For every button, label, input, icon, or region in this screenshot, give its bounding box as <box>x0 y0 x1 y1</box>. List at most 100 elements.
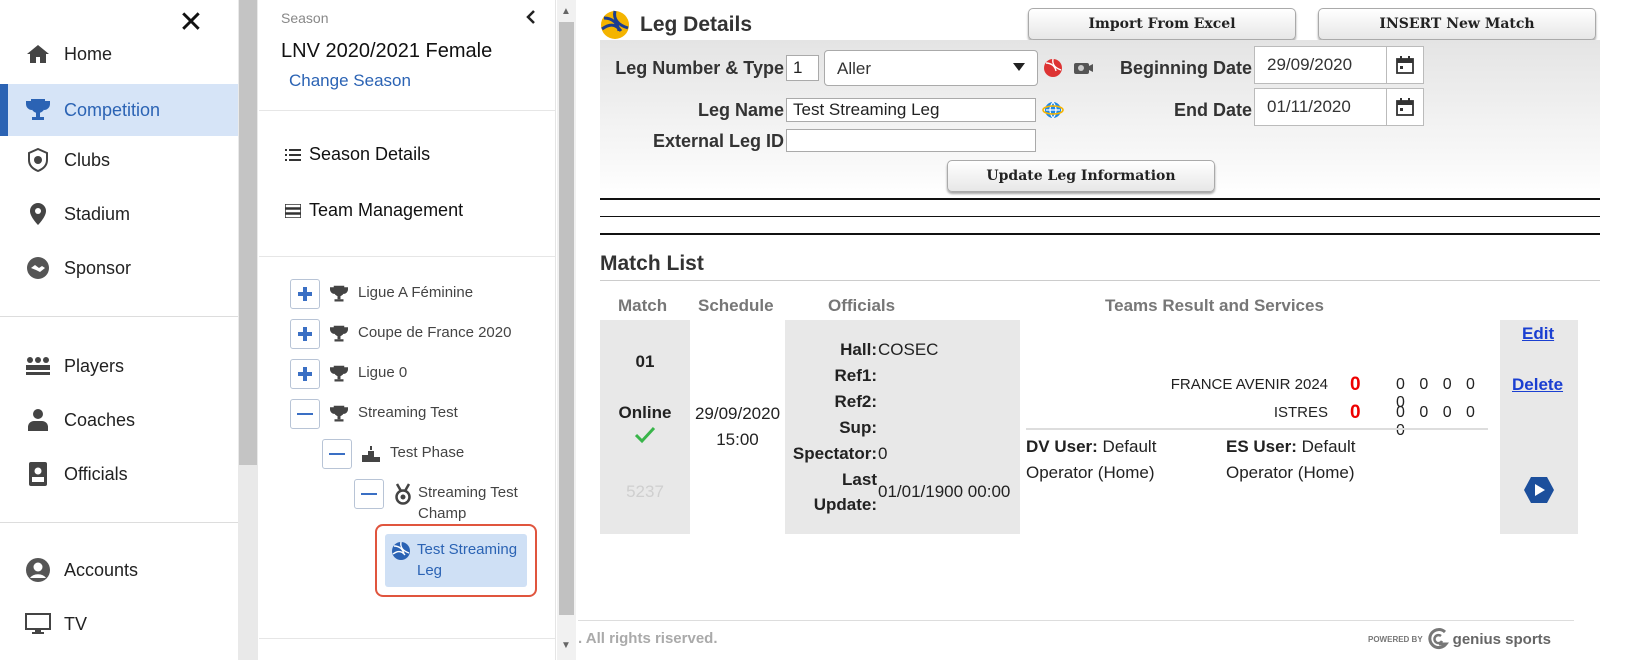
id-badge-icon <box>24 460 52 488</box>
nav-item-home[interactable]: Home <box>0 28 238 80</box>
expand-button[interactable] <box>290 319 320 349</box>
nav-item-stadium[interactable]: Stadium <box>0 188 238 240</box>
delete-link[interactable]: Delete <box>1512 375 1563 395</box>
leg-type-select[interactable]: Aller <box>824 50 1038 86</box>
collapse-button[interactable] <box>322 439 352 469</box>
nav-divider <box>0 522 238 523</box>
nav-item-competition[interactable]: Competition <box>0 84 238 136</box>
nav-label: Accounts <box>64 559 139 580</box>
location-pin-icon <box>24 200 52 228</box>
update-leg-information-button[interactable]: Update Leg Information <box>947 160 1215 192</box>
nav-item-officials[interactable]: Officials <box>0 448 238 500</box>
import-from-excel-button[interactable]: Import From Excel <box>1028 8 1296 40</box>
end-date-label: End Date <box>1173 100 1252 120</box>
nav-label: Players <box>64 355 125 376</box>
powered-by-logo: POWERED BY genius sports <box>1368 628 1551 650</box>
divider <box>259 110 555 111</box>
hall-value: COSEC <box>878 340 939 359</box>
sup-label: Sup: <box>839 418 877 437</box>
divider <box>259 256 555 257</box>
expand-button[interactable] <box>290 279 320 309</box>
match-status: Online <box>618 403 672 422</box>
volleyball-red-icon[interactable] <box>1042 57 1064 79</box>
nav-item-sponsor[interactable]: Sponsor <box>0 242 238 294</box>
divider <box>600 198 1600 200</box>
globe-icon[interactable] <box>1042 99 1064 121</box>
nav-label: TV <box>64 613 88 634</box>
leg-details-header: Leg Details <box>600 10 752 40</box>
tree-node-label[interactable]: Streaming Test <box>358 399 458 423</box>
selected-highlight: Test Streaming Leg <box>375 524 538 597</box>
nav-label: Stadium <box>64 203 131 224</box>
copyright-text: . All rights riserved. <box>578 630 718 647</box>
scroll-down-icon[interactable]: ▼ <box>561 640 571 651</box>
scrollbar-thumb[interactable] <box>559 22 574 615</box>
tree-node-label[interactable]: Test Phase <box>390 439 464 463</box>
end-date-field[interactable]: 01/11/2020 <box>1254 88 1424 126</box>
leg-name-input[interactable] <box>786 98 1036 122</box>
page-title: Leg Details <box>640 13 753 36</box>
column-header-officials: Officials <box>828 296 896 315</box>
calendar-icon[interactable] <box>1386 89 1423 125</box>
scrollbar-thumb[interactable] <box>239 0 257 465</box>
tree-node-ligue-a: Ligue A Féminine <box>290 279 473 309</box>
nav-item-players[interactable]: Players <box>0 340 238 392</box>
beginning-date-field[interactable]: 29/09/2020 <box>1254 46 1424 84</box>
season-name: LNV 2020/2021 Female <box>281 40 493 62</box>
spectator-value: 0 <box>878 444 888 463</box>
match-number: 01 <box>635 352 655 371</box>
trophy-icon <box>24 96 52 124</box>
nav-divider <box>0 316 238 317</box>
volleyball-icon <box>391 541 411 566</box>
calendar-icon[interactable] <box>1386 47 1423 83</box>
scroll-up-icon[interactable]: ▲ <box>561 6 571 17</box>
change-season-link[interactable]: Change Season <box>289 71 411 91</box>
edit-link[interactable]: Edit <box>1522 324 1554 344</box>
trophy-icon <box>328 403 350 425</box>
leg-name-label: Leg Name <box>697 100 784 120</box>
tree-node-label[interactable]: Streaming Test Champ <box>418 479 518 524</box>
tree-node-label[interactable]: Coupe de France 2020 <box>358 319 511 343</box>
team-management-link[interactable]: Team Management <box>285 200 463 221</box>
tree-node-label[interactable]: Ligue 0 <box>358 359 407 383</box>
nav-item-tv[interactable]: TV <box>0 598 238 650</box>
season-details-link[interactable]: Season Details <box>285 144 430 165</box>
tree-node-test-streaming-leg[interactable]: Test Streaming Leg <box>385 534 528 587</box>
main-scrollbar[interactable]: ▲ ▼ <box>557 0 576 660</box>
tree-node-coupe-de-france: Coupe de France 2020 <box>290 319 511 349</box>
nav-label: Officials <box>64 463 128 484</box>
nav-item-clubs[interactable]: Clubs <box>0 134 238 186</box>
match-date: 29/09/2020 <box>694 404 781 423</box>
nav-label: Sponsor <box>64 257 132 278</box>
season-caption: Season <box>281 10 329 26</box>
home-icon <box>24 40 52 68</box>
menu-label: Season Details <box>309 144 431 164</box>
chevron-left-icon[interactable] <box>525 8 537 31</box>
expand-button[interactable] <box>290 359 320 389</box>
main-navigation: ✕ Home Competition Clubs Stadium Sponsor <box>0 0 238 660</box>
away-team-name: ISTRES <box>1273 404 1328 421</box>
leg-number-type-label: Leg Number & Type <box>615 58 784 78</box>
actions-cell: Edit Delete <box>1500 320 1578 534</box>
podium-icon <box>360 443 382 465</box>
nav-label: Home <box>64 43 113 64</box>
collapse-button[interactable] <box>354 479 384 509</box>
insert-new-match-button[interactable]: INSERT New Match <box>1318 8 1596 40</box>
hall-label: Hall: <box>840 340 877 359</box>
external-leg-id-input[interactable] <box>786 129 1036 152</box>
play-icon[interactable] <box>1523 476 1555 509</box>
collapse-button[interactable] <box>290 399 320 429</box>
dv-user-info: DV User: Default Operator (Home) <box>1026 437 1157 482</box>
trophy-icon <box>328 283 350 305</box>
schedule-cell: 29/09/2020 15:00 <box>690 320 785 534</box>
nav-item-coaches[interactable]: Coaches <box>0 394 238 446</box>
spectator-label: Spectator: <box>792 444 877 463</box>
players-icon <box>24 352 52 380</box>
column-header-match: Match <box>618 296 668 315</box>
nav-item-accounts[interactable]: Accounts <box>0 544 238 596</box>
tree-node-label[interactable]: Ligue A Féminine <box>358 279 473 303</box>
home-team-name: FRANCE AVENIR 2024 <box>1170 376 1328 393</box>
divider <box>600 280 1600 281</box>
leg-number-input[interactable] <box>786 55 819 81</box>
nav-scrollbar[interactable] <box>238 0 258 660</box>
